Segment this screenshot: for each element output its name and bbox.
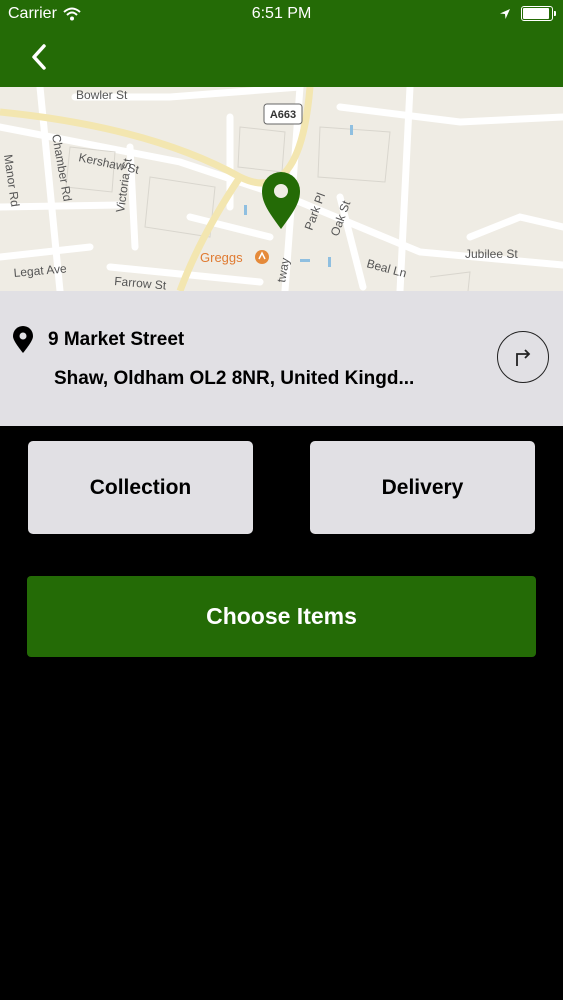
poi-label: Greggs	[200, 250, 243, 265]
address-line-2: Shaw, Oldham OL2 8NR, United Kingd...	[54, 368, 415, 389]
collection-button[interactable]: Collection	[28, 441, 253, 534]
choose-items-label: Choose Items	[206, 603, 357, 629]
nav-bar	[0, 29, 563, 87]
back-button[interactable]	[22, 39, 58, 75]
location-pin-icon	[13, 326, 33, 353]
delivery-button[interactable]: Delivery	[310, 441, 535, 534]
road-badge: A663	[270, 109, 296, 121]
address-line-1: 9 Market Street	[48, 329, 185, 350]
map-poi: Greggs	[200, 250, 269, 265]
collection-label: Collection	[89, 475, 192, 499]
delivery-label: Delivery	[381, 475, 464, 499]
status-bar: Carrier 6:51 PM	[0, 0, 563, 29]
chevron-left-icon	[32, 44, 46, 70]
street-label: Bowler St	[76, 88, 128, 102]
status-time: 6:51 PM	[251, 5, 312, 22]
street-label: Jubilee St	[465, 247, 518, 261]
address-panel: 9 Market Street Shaw, Oldham OL2 8NR, Un…	[0, 291, 563, 426]
turn-right-arrow-icon	[516, 349, 531, 366]
choose-items-button[interactable]: Choose Items	[27, 576, 536, 657]
directions-button[interactable]	[497, 331, 549, 383]
map-view[interactable]: A663 Bowler St Kershaw St Chamber Rd Man…	[0, 87, 563, 291]
location-arrow-icon	[500, 8, 510, 19]
battery-icon	[521, 6, 556, 21]
